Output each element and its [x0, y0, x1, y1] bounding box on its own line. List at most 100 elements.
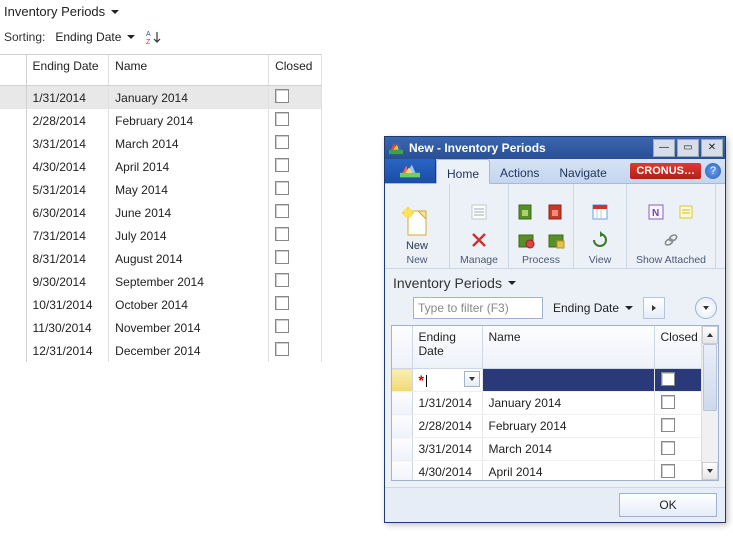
checkbox-icon[interactable]	[275, 204, 289, 218]
cell-name[interactable]: March 2014	[109, 132, 269, 155]
cell-name[interactable]: July 2014	[109, 224, 269, 247]
sort-ascending-button[interactable]: A Z	[145, 28, 163, 46]
cell-closed[interactable]	[269, 224, 322, 247]
table-row[interactable]: 2/28/2014February 2014	[392, 415, 718, 438]
cell-ending-date[interactable]: 5/31/2014	[26, 178, 109, 201]
mcol-ending-date[interactable]: Ending Date	[412, 326, 482, 369]
row-handle[interactable]	[392, 415, 412, 438]
table-row[interactable]: 7/31/2014July 2014	[0, 224, 322, 247]
cell-closed[interactable]	[654, 461, 702, 482]
cell-closed[interactable]	[654, 415, 702, 438]
close-period-button[interactable]	[513, 200, 539, 224]
checkbox-icon[interactable]	[661, 418, 675, 432]
cell-ending-date[interactable]: 6/30/2014	[26, 201, 109, 224]
refresh-button[interactable]	[587, 228, 613, 252]
cell-closed[interactable]	[269, 201, 322, 224]
periods-grid[interactable]: Ending Date Name Closed 1/31/2014January…	[0, 54, 322, 362]
cell-closed[interactable]	[654, 369, 702, 392]
maximize-button[interactable]: ▭	[677, 139, 699, 157]
table-row[interactable]: 6/30/2014June 2014	[0, 201, 322, 224]
filter-input[interactable]: Type to filter (F3)	[413, 297, 543, 319]
cell-ending-date[interactable]: 8/31/2014	[26, 247, 109, 270]
checkbox-icon[interactable]	[275, 158, 289, 172]
onenote-button[interactable]: N	[643, 200, 669, 224]
minimize-button[interactable]: —	[653, 139, 675, 157]
row-handle[interactable]	[0, 155, 26, 178]
checkbox-icon[interactable]	[275, 89, 289, 103]
checkbox-icon[interactable]	[661, 464, 675, 478]
checkbox-icon[interactable]	[275, 227, 289, 241]
table-row[interactable]: 3/31/2014March 2014	[392, 438, 718, 461]
checkbox-icon[interactable]	[275, 250, 289, 264]
delete-button[interactable]	[466, 228, 492, 252]
cell-closed[interactable]	[654, 438, 702, 461]
col-closed[interactable]: Closed	[269, 55, 322, 86]
cell-ending-date[interactable]: 4/30/2014	[412, 461, 482, 482]
table-row[interactable]: 1/31/2014January 2014	[392, 392, 718, 415]
cell-ending-date[interactable]: 2/28/2014	[412, 415, 482, 438]
notes-button[interactable]	[673, 200, 699, 224]
cell-name[interactable]: November 2014	[109, 316, 269, 339]
cell-closed[interactable]	[269, 109, 322, 132]
tab-home[interactable]: Home	[436, 159, 490, 184]
app-menu-button[interactable]	[385, 159, 436, 183]
checkbox-icon[interactable]	[275, 135, 289, 149]
checkbox-icon[interactable]	[275, 112, 289, 126]
row-handle[interactable]	[0, 316, 26, 339]
table-row[interactable]: *	[392, 369, 718, 392]
cell-name[interactable]: September 2014	[109, 270, 269, 293]
row-handle[interactable]	[0, 178, 26, 201]
cell-closed[interactable]	[269, 155, 322, 178]
cell-ending-date[interactable]: 10/31/2014	[26, 293, 109, 316]
cell-name[interactable]: April 2014	[482, 461, 654, 482]
col-ending-date[interactable]: Ending Date	[26, 55, 109, 86]
row-handle[interactable]	[392, 392, 412, 415]
cell-ending-date[interactable]: 9/30/2014	[26, 270, 109, 293]
cell-closed[interactable]	[269, 270, 322, 293]
help-button[interactable]: ?	[705, 163, 721, 179]
checkbox-icon[interactable]	[661, 372, 675, 386]
col-name[interactable]: Name	[109, 55, 269, 86]
cell-ending-date[interactable]: 2/28/2014	[26, 109, 109, 132]
tab-actions[interactable]: Actions	[490, 159, 549, 183]
new-button[interactable]: New	[401, 202, 433, 252]
vertical-scrollbar[interactable]	[701, 326, 718, 480]
edit-list-button[interactable]	[466, 200, 492, 224]
row-handle[interactable]	[0, 201, 26, 224]
cell-ending-date[interactable]: 4/30/2014	[26, 155, 109, 178]
checkbox-icon[interactable]	[275, 319, 289, 333]
table-row[interactable]: 10/31/2014October 2014	[0, 293, 322, 316]
row-handle[interactable]	[0, 86, 26, 110]
table-row[interactable]: 2/28/2014February 2014	[0, 109, 322, 132]
row-handle[interactable]	[0, 270, 26, 293]
row-handle[interactable]	[392, 369, 412, 392]
checkbox-icon[interactable]	[661, 441, 675, 455]
cell-name[interactable]: February 2014	[109, 109, 269, 132]
checkbox-icon[interactable]	[275, 342, 289, 356]
cell-ending-date[interactable]: 7/31/2014	[26, 224, 109, 247]
cell-name[interactable]: May 2014	[109, 178, 269, 201]
row-handle[interactable]	[0, 224, 26, 247]
row-handle[interactable]	[0, 109, 26, 132]
accounting-periods-button[interactable]	[587, 200, 613, 224]
post-inventory-button[interactable]	[543, 228, 569, 252]
cell-name[interactable]: August 2014	[109, 247, 269, 270]
cell-closed[interactable]	[269, 316, 322, 339]
checkbox-icon[interactable]	[661, 395, 675, 409]
expand-filter-button[interactable]	[695, 297, 717, 319]
checkbox-icon[interactable]	[275, 181, 289, 195]
table-row[interactable]: 3/31/2014March 2014	[0, 132, 322, 155]
checkbox-icon[interactable]	[275, 296, 289, 310]
row-handle[interactable]	[0, 339, 26, 362]
cell-closed[interactable]	[269, 339, 322, 362]
mcol-name[interactable]: Name	[482, 326, 654, 369]
row-handle[interactable]	[392, 461, 412, 482]
company-badge[interactable]: CRONUS…	[630, 163, 701, 179]
cell-name[interactable]	[482, 369, 654, 392]
table-row[interactable]: 9/30/2014September 2014	[0, 270, 322, 293]
links-button[interactable]	[658, 228, 684, 252]
panel-title[interactable]: Inventory Periods	[4, 4, 119, 19]
reopen-period-button[interactable]	[543, 200, 569, 224]
mcol-closed[interactable]: Closed	[654, 326, 702, 369]
cell-ending-date[interactable]: 3/31/2014	[412, 438, 482, 461]
